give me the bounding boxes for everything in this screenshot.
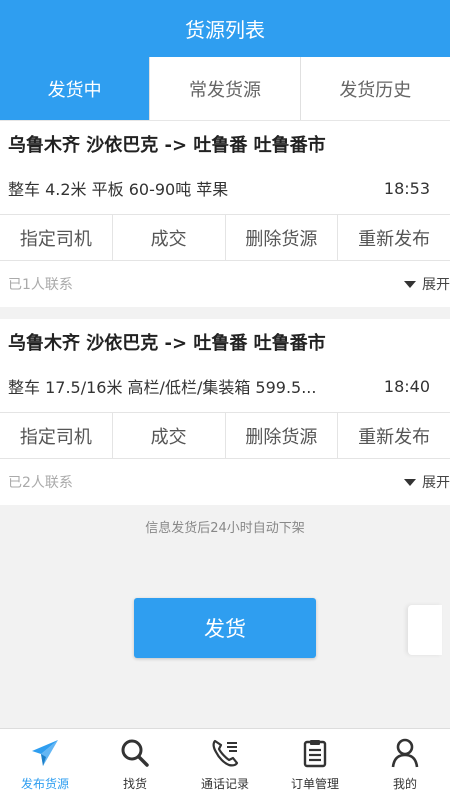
cargo-info: 整车 17.5/16米 高栏/低栏/集装箱 599.5... [8,378,317,397]
nav-my-profile[interactable]: 我的 [360,729,450,800]
app-screen: 货源列表 发货中 常发货源 发货历史 乌鲁木齐 沙依巴克 -> 吐鲁番 吐鲁番市… [0,0,450,800]
cargo-info-row: 整车 17.5/16米 高栏/低栏/集装箱 599.5... 18:40 [8,371,440,401]
cargo-time: 18:40 [383,376,430,396]
cargo-route: 乌鲁木齐 沙依巴克 -> 吐鲁番 吐鲁番市 [8,135,326,156]
app-header: 货源列表 [0,0,450,57]
cargo-card-details[interactable]: 乌鲁木齐 沙依巴克 -> 吐鲁番 吐鲁番市 整车 4.2米 平板 60-90吨 … [0,121,450,215]
cargo-route: 乌鲁木齐 沙依巴克 -> 吐鲁番 吐鲁番市 [8,333,326,354]
contact-row: 已2人联系 展开 [0,459,450,505]
expand-button[interactable]: 展开 [404,274,450,294]
delete-cargo-button[interactable]: 删除货源 [224,215,338,260]
nav-publish-cargo[interactable]: 发布货源 [0,729,90,800]
cargo-actions: 指定司机 成交 删除货源 重新发布 [0,413,450,459]
cargo-card: 乌鲁木齐 沙依巴克 -> 吐鲁番 吐鲁番市 整车 17.5/16米 高栏/低栏/… [0,319,450,505]
cargo-card: 乌鲁木齐 沙依巴克 -> 吐鲁番 吐鲁番市 整车 4.2米 平板 60-90吨 … [0,121,450,307]
assign-driver-button[interactable]: 指定司机 [0,215,112,260]
contact-count: 已2人联系 [8,475,73,491]
tab-shipping[interactable]: 发货中 [0,57,150,120]
ship-button[interactable]: 发货 [134,598,316,658]
expand-label: 展开 [422,475,450,491]
deal-button[interactable]: 成交 [111,413,225,458]
nav-label: 通话记录 [200,777,249,791]
side-pull-tab[interactable] [408,605,442,655]
tab-frequent-cargo[interactable]: 常发货源 [149,57,299,120]
cargo-info-row: 整车 4.2米 平板 60-90吨 苹果 18:53 [8,173,440,203]
nav-order-management[interactable]: 订单管理 [270,729,360,800]
nav-label: 发布货源 [20,777,69,791]
contact-count: 已1人联系 [8,277,73,293]
auto-delist-notice: 信息发货后24小时自动下架 [145,521,305,536]
deal-button[interactable]: 成交 [111,215,225,260]
nav-label: 订单管理 [290,777,339,791]
republish-button[interactable]: 重新发布 [337,413,450,458]
republish-button[interactable]: 重新发布 [337,215,450,260]
search-icon [121,739,149,767]
page-title: 货源列表 [185,18,265,42]
clipboard-icon [303,740,327,768]
cargo-info: 整车 4.2米 平板 60-90吨 苹果 [8,180,229,199]
cargo-actions: 指定司机 成交 删除货源 重新发布 [0,215,450,261]
tab-bar: 发货中 常发货源 发货历史 [0,57,450,121]
cargo-time: 18:53 [383,178,430,198]
tab-shipping-history[interactable]: 发货历史 [299,57,450,120]
phone-icon [212,739,239,767]
delete-cargo-button[interactable]: 删除货源 [224,413,338,458]
cargo-card-details[interactable]: 乌鲁木齐 沙依巴克 -> 吐鲁番 吐鲁番市 整车 17.5/16米 高栏/低栏/… [0,319,450,413]
expand-label: 展开 [422,277,450,293]
expand-button[interactable]: 展开 [404,472,450,492]
nav-label: 找货 [122,777,147,791]
user-icon [391,738,419,768]
nav-find-cargo[interactable]: 找货 [90,729,180,800]
caret-down-icon [404,280,416,288]
assign-driver-button[interactable]: 指定司机 [0,413,112,458]
bottom-nav: 发布货源 找货 通话记录 订单管理 我的 [0,728,450,800]
nav-label: 我的 [392,777,417,791]
contact-row: 已1人联系 展开 [0,261,450,307]
paper-plane-icon [32,740,58,766]
caret-down-icon [404,478,416,486]
nav-call-records[interactable]: 通话记录 [180,729,270,800]
